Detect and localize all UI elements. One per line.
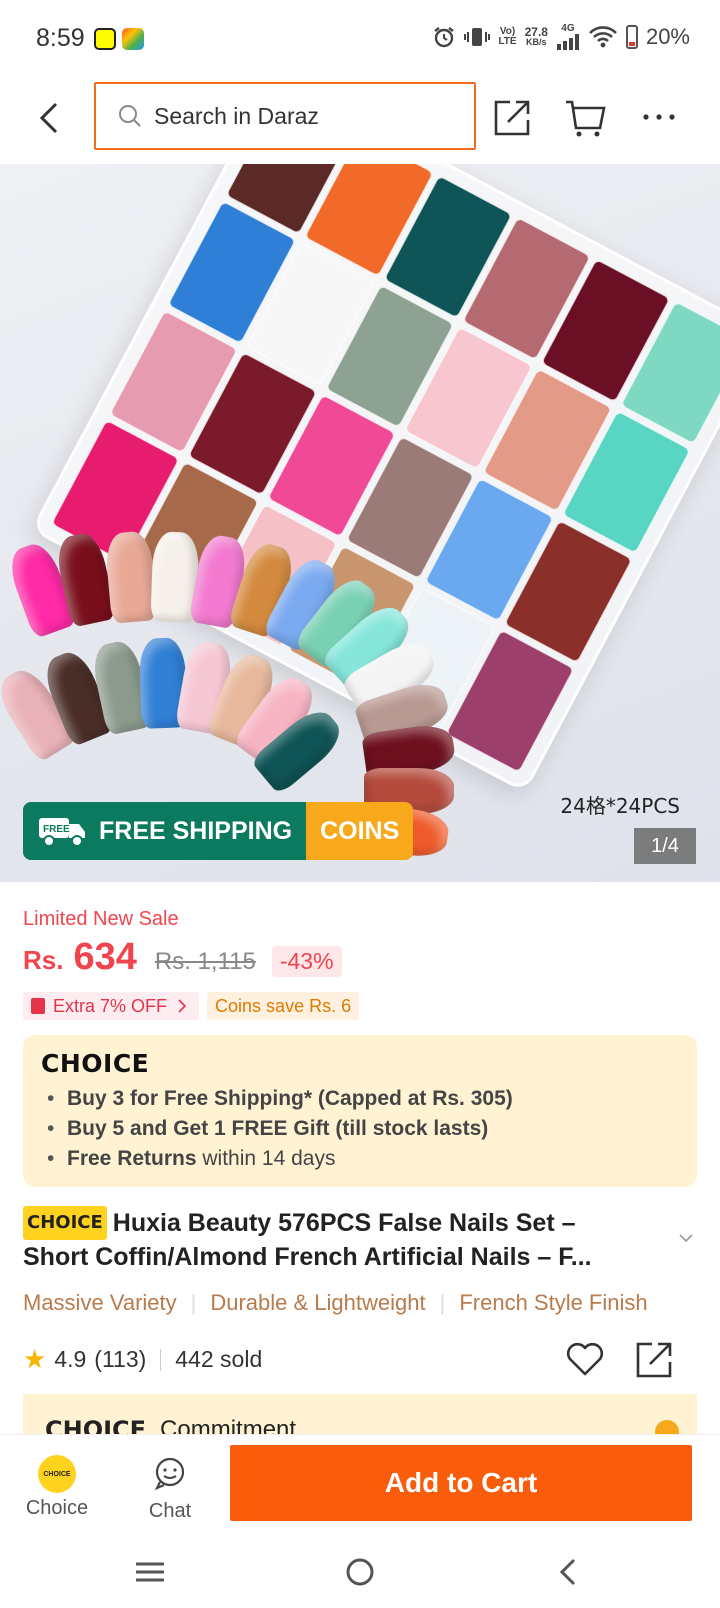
battery-level: 20% (645, 24, 690, 49)
current-price: 634 (73, 936, 137, 978)
speed-unit: KB/s (526, 37, 547, 47)
snapchat-icon (94, 28, 116, 50)
review-count: (113) (94, 1346, 147, 1372)
choice-logo: CHOICE (41, 1049, 150, 1078)
coins-save-promo: Coins save Rs. 6 (207, 992, 360, 1020)
network-type-label: 4G (561, 23, 575, 34)
network-type: 4G (556, 24, 580, 50)
search-icon (119, 105, 141, 127)
coins-badge: COINS (306, 802, 414, 860)
sale-label: Limited New Sale (23, 908, 179, 930)
signal-icon (556, 34, 579, 50)
chat-tab-label: Chat (148, 1500, 192, 1522)
vibrate-icon (464, 28, 491, 46)
rating-value: 4.9 (54, 1346, 87, 1372)
app-icon (122, 28, 144, 50)
benefit-text: Buy 3 for Free Shipping* (Capped at Rs. … (67, 1087, 513, 1110)
commitment-label: Commitment (160, 1416, 297, 1434)
choice-icon: CHOICE (38, 1455, 76, 1493)
benefit-text: Buy 5 and Get 1 FREE Gift (till stock la… (67, 1117, 489, 1140)
network-speed: 27.8 KB/s (524, 25, 548, 47)
commitment-heading: CHOICE Commitment (45, 1416, 296, 1434)
choice-benefits-box[interactable]: CHOICE Buy 3 for Free Shipping* (Capped … (23, 1035, 697, 1187)
list-item: Free Returns within 14 days (41, 1144, 679, 1174)
coins-label: COINS (320, 816, 400, 845)
system-navigation-bar (0, 1534, 720, 1608)
image-caption: 24格*24PCS (560, 794, 680, 818)
star-icon: ★ (23, 1344, 47, 1374)
image-counter: 1/4 (634, 828, 696, 864)
extra-off-label: Extra 7% OFF (53, 995, 168, 1016)
feature-divider: | (439, 1290, 446, 1315)
share-icon[interactable] (490, 94, 536, 140)
recent-apps-icon[interactable] (132, 1554, 168, 1590)
chat-icon (154, 1457, 185, 1491)
product-image-carousel[interactable]: 24格*24PCS 1/4 FREE FREE SHIPPING COINS (0, 164, 720, 882)
product-title[interactable]: CHOICE Huxia Beauty 576PCS False Nails Se… (23, 1206, 663, 1274)
extra-off-promo[interactable]: Extra 7% OFF (23, 992, 200, 1020)
benefit-detail: within 14 days (196, 1147, 336, 1170)
cart-icon[interactable] (562, 94, 608, 140)
status-bar: 8:59 Vo) LTE 27.8 KB/s 4G 20% (0, 0, 720, 80)
list-item: Buy 3 for Free Shipping* (Capped at Rs. … (41, 1084, 679, 1114)
original-price: Rs. 1,115 (154, 948, 256, 975)
alarm-icon (434, 27, 455, 48)
feature-item: French Style Finish (459, 1290, 648, 1315)
bottom-action-bar: CHOICE Choice Chat Add to Cart (0, 1434, 720, 1534)
benefit-text: Free Returns (67, 1147, 197, 1170)
commitment-logo: CHOICE (45, 1416, 147, 1434)
share-icon[interactable] (634, 1338, 676, 1380)
more-icon[interactable] (636, 94, 682, 140)
add-to-cart-button[interactable]: Add to Cart (230, 1445, 692, 1521)
chevron-right-icon (655, 1420, 679, 1434)
status-icons: Vo) LTE 27.8 KB/s 4G 20% (432, 24, 690, 50)
chevron-down-icon[interactable] (676, 1228, 696, 1248)
status-time: 8:59 (36, 24, 85, 52)
choice-benefits-list: Buy 3 for Free Shipping* (Capped at Rs. … (41, 1084, 679, 1174)
heart-icon[interactable] (564, 1338, 606, 1380)
feature-item: Durable & Lightweight (210, 1290, 426, 1315)
back-icon[interactable] (30, 98, 70, 138)
home-icon[interactable] (342, 1554, 378, 1590)
list-item: Buy 5 and Get 1 FREE Gift (till stock la… (41, 1114, 679, 1144)
volte-bottom: LTE (498, 36, 517, 47)
truck-label: FREE (43, 824, 70, 835)
title-line-2: Short Coffin/Almond French Artificial Na… (23, 1243, 592, 1271)
price-currency: Rs. (23, 945, 64, 975)
choice-commitment-strip[interactable]: CHOICE Commitment (23, 1394, 697, 1434)
discount-badge: -43% (271, 946, 342, 977)
truck-icon: FREE (39, 818, 85, 847)
choice-tab[interactable]: CHOICE Choice (24, 1455, 90, 1520)
feature-divider: | (190, 1290, 197, 1315)
chevron-right-icon (178, 999, 187, 1013)
top-nav: Search in Daraz (0, 80, 720, 164)
free-shipping-label: FREE SHIPPING (99, 816, 293, 845)
promo-row: Extra 7% OFF Coins save Rs. 6 (23, 992, 360, 1020)
choice-tab-label: Choice (25, 1497, 89, 1519)
price-row: Rs. 634 Rs. 1,115 -43% (23, 936, 342, 979)
system-back-icon[interactable] (552, 1554, 588, 1590)
speed-value: 27.8 (524, 25, 548, 39)
feature-highlights: Massive Variety | Durable & Lightweight … (23, 1290, 720, 1316)
title-line-1: Huxia Beauty 576PCS False Nails Set – (112, 1209, 576, 1237)
battery-icon (625, 25, 638, 49)
search-input[interactable]: Search in Daraz (94, 82, 476, 150)
sold-count: 442 sold (175, 1346, 263, 1372)
free-shipping-coins-banner: FREE FREE SHIPPING COINS (23, 802, 414, 860)
free-shipping-badge: FREE FREE SHIPPING (23, 802, 307, 860)
coins-save-label: Coins save Rs. 6 (215, 995, 352, 1016)
search-placeholder: Search in Daraz (154, 102, 319, 129)
chat-tab[interactable]: Chat (140, 1455, 200, 1523)
rating-divider (160, 1348, 162, 1371)
choice-badge: CHOICE (23, 1206, 107, 1240)
voucher-icon (31, 998, 45, 1014)
wifi-icon (589, 26, 617, 48)
rating-row[interactable]: ★ 4.9 (113) 442 sold (23, 1344, 262, 1375)
feature-item: Massive Variety (23, 1290, 177, 1315)
volte-indicator: Vo) LTE (498, 27, 516, 47)
